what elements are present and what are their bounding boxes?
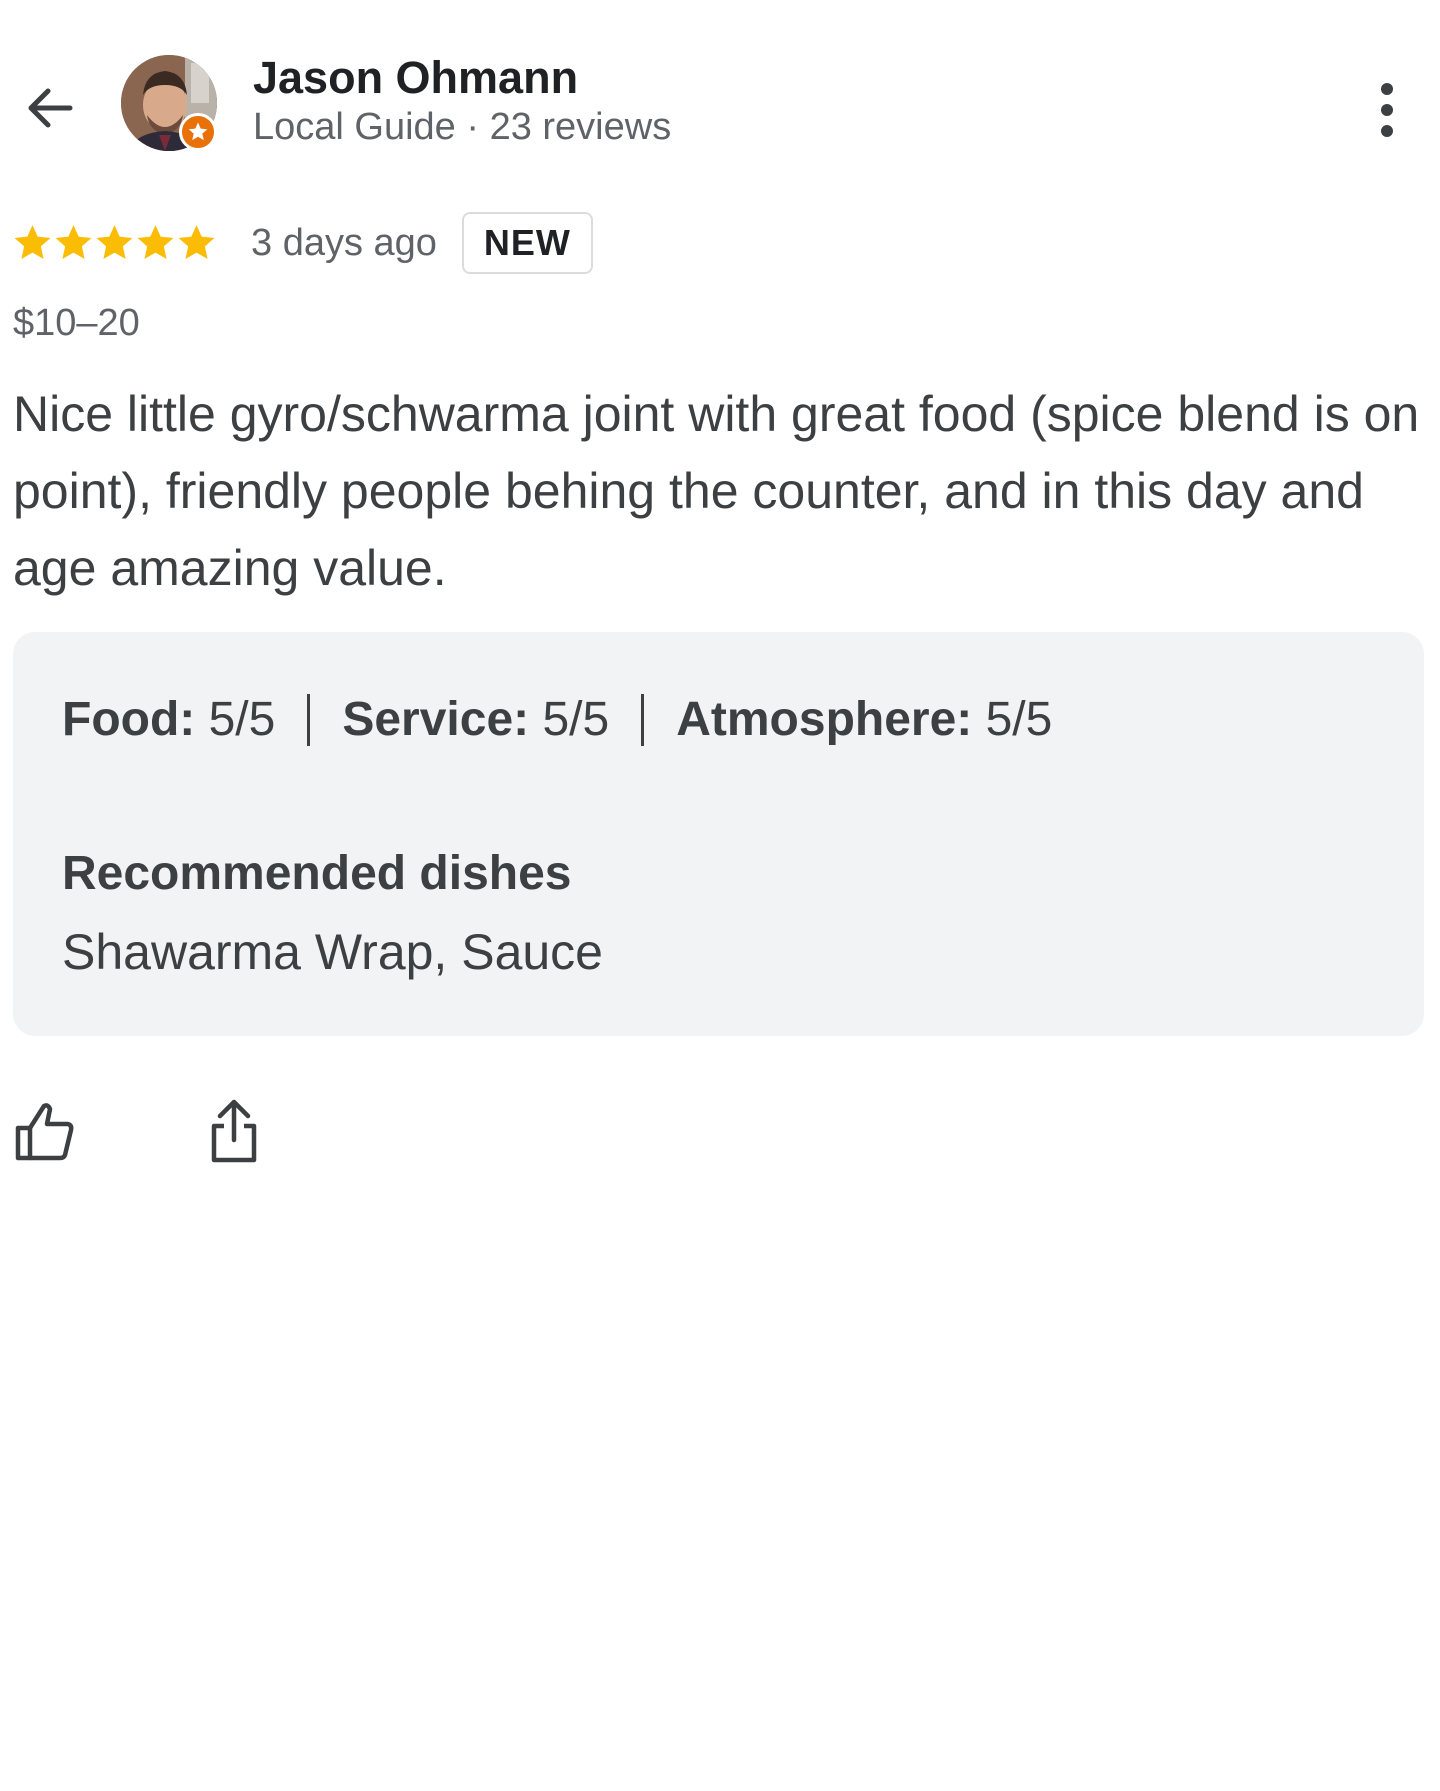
star-icon: [96, 225, 133, 260]
new-badge: NEW: [461, 212, 593, 274]
review-details-card: Food: 5/5 Service: 5/5 Atmosphere: 5/5 R…: [13, 632, 1424, 1036]
star-icon: [14, 225, 51, 260]
author-meta: Local Guide · 23 reviews: [253, 106, 672, 148]
review-date: 3 days ago: [251, 221, 437, 264]
author-name[interactable]: Jason Ohmann: [253, 52, 578, 104]
more-vert-icon: [1381, 83, 1393, 137]
food-value: 5/5: [208, 693, 276, 746]
recommended-dishes-list: Shawarma Wrap, Sauce: [62, 924, 603, 980]
back-button[interactable]: [20, 78, 80, 138]
local-guide-star-icon: [188, 122, 208, 141]
arrow-left-icon: [28, 88, 73, 128]
price-range: $10–20: [13, 302, 140, 344]
star-icon: [55, 225, 92, 260]
atmosphere-label: Atmosphere:: [676, 693, 973, 746]
star-icon: [137, 225, 174, 260]
star-rating: [12, 222, 218, 264]
divider: [641, 693, 645, 746]
service-value: 5/5: [542, 693, 610, 746]
food-label: Food:: [62, 693, 196, 746]
review-screen: Jason Ohmann Local Guide · 23 reviews 3 …: [0, 0, 1440, 1791]
service-label: Service:: [342, 693, 530, 746]
recommended-dishes-title: Recommended dishes: [62, 847, 572, 900]
review-text: Nice little gyro/schwarma joint with gre…: [13, 386, 1420, 596]
more-options-button[interactable]: [1362, 80, 1412, 140]
local-guide-badge: [179, 113, 217, 151]
divider: [307, 693, 311, 746]
star-icon: [178, 225, 215, 260]
rating-row: 3 days ago NEW: [12, 212, 593, 274]
thumb-up-icon: [15, 1103, 74, 1161]
like-button[interactable]: [14, 1100, 76, 1162]
share-button[interactable]: [204, 1098, 264, 1164]
share-icon: [211, 1099, 257, 1163]
aspect-ratings: Food: 5/5 Service: 5/5 Atmosphere: 5/5: [62, 692, 1052, 747]
atmosphere-value: 5/5: [985, 693, 1053, 746]
